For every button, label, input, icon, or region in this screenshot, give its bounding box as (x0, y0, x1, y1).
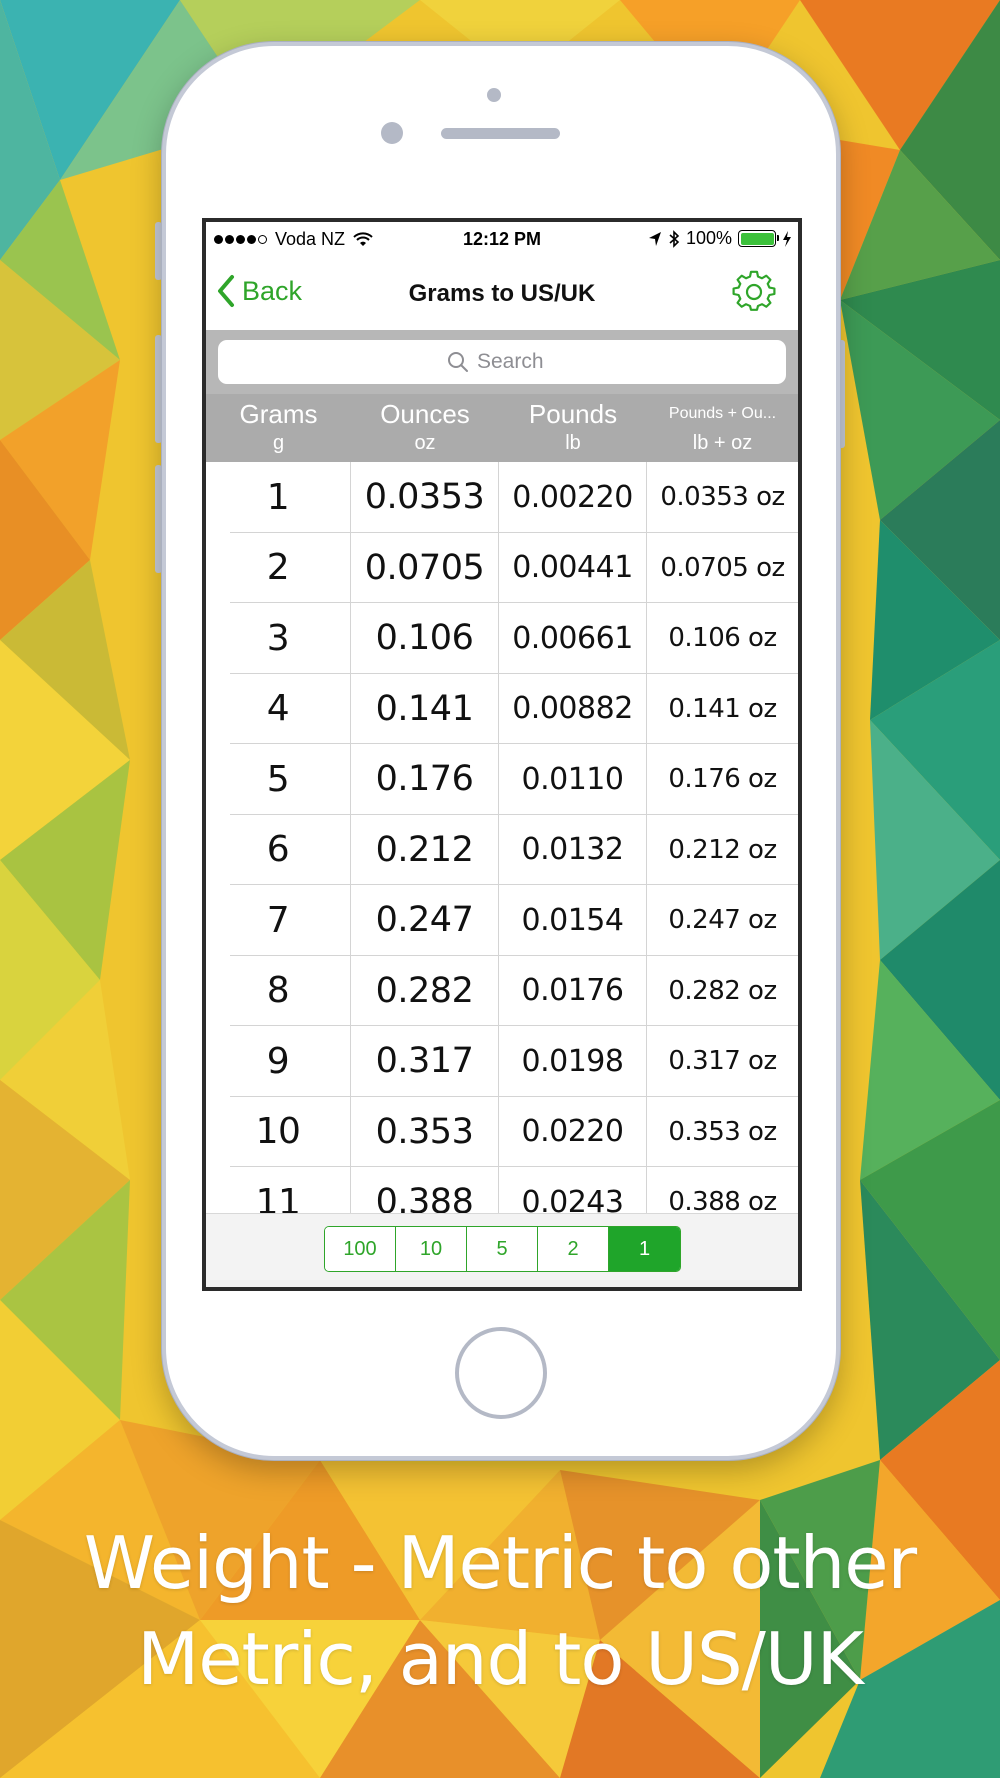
table-cell: 0.00220 (499, 462, 647, 533)
search-bar (206, 330, 798, 394)
table-cell: 0.282 (351, 955, 499, 1026)
battery-icon (738, 230, 779, 247)
table-cell: 0.317 oz (668, 1046, 777, 1077)
table-cell: 0.0353 (351, 462, 499, 533)
table-cell: 0.00882 (499, 673, 647, 744)
bluetooth-icon (669, 229, 680, 248)
table-header: Grams g Ounces oz Pounds lb Pounds + Ou.… (206, 394, 798, 462)
bottom-toolbar: 100 10 5 2 1 (206, 1213, 798, 1287)
table-cell: 0.282 oz (668, 975, 777, 1006)
table-cell: 0.0705 oz (660, 552, 785, 583)
search-field[interactable] (218, 340, 786, 384)
status-right: 100% (648, 228, 792, 249)
location-arrow-icon (648, 231, 661, 246)
table-cell: 0.0220 (499, 1096, 647, 1167)
table-cell: 0.0198 (499, 1026, 647, 1097)
page-title: Grams to US/UK (408, 280, 596, 307)
table-cell: 6 (206, 814, 351, 885)
table-row[interactable]: 6 0.212 0.0132 0.212 oz (206, 814, 798, 885)
caption-line-1: Weight - Metric to other (83, 1521, 917, 1605)
table-cell: 0.141 oz (668, 693, 777, 724)
proximity-sensor (487, 88, 501, 102)
table-cell: 0.0132 (499, 814, 647, 885)
table-cell: 0.0110 (499, 744, 647, 815)
navigation-bar: Back Grams to US/UK (206, 258, 798, 330)
column-header-pounds[interactable]: Pounds lb (499, 394, 647, 462)
battery-percent: 100% (685, 228, 732, 248)
marketing-caption: Weight - Metric to other Metric, and to … (0, 1515, 1000, 1707)
table-cell: 8 (206, 955, 351, 1026)
caption-line-2: Metric, and to US/UK (137, 1617, 864, 1701)
step-segmented-control[interactable]: 100 10 5 2 1 (324, 1226, 681, 1272)
table-cell: 0.106 oz (668, 623, 777, 654)
table-cell: 0.353 (351, 1096, 499, 1167)
table-row[interactable]: 9 0.317 0.0198 0.317 oz (206, 1026, 798, 1097)
table-row[interactable]: 10 0.353 0.0220 0.353 oz (206, 1096, 798, 1167)
home-button[interactable] (455, 1327, 547, 1419)
table-cell: 0.212 (351, 814, 499, 885)
table-cell: 0.00661 (499, 603, 647, 674)
status-bar: Voda NZ 12:12 PM 100% (206, 222, 798, 258)
table-row[interactable]: 8 0.282 0.0176 0.282 oz (206, 955, 798, 1026)
table-cell: 0.247 (351, 885, 499, 956)
table-cell: 0.0353 oz (660, 482, 785, 513)
charging-bolt-icon (783, 230, 791, 247)
volume-down-button (155, 465, 162, 573)
table-cell: 0.141 (351, 673, 499, 744)
table-cell: 9 (206, 1026, 351, 1097)
table-cell: 1 (206, 462, 351, 533)
table-cell: 3 (206, 603, 351, 674)
table-cell: 0.106 (351, 603, 499, 674)
table-cell: 2 (206, 532, 351, 603)
table-cell: 11 (206, 1167, 351, 1213)
gear-icon[interactable] (732, 270, 776, 314)
earpiece-speaker (441, 128, 560, 139)
table-row[interactable]: 2 0.0705 0.00441 0.0705 oz (206, 532, 798, 603)
table-row[interactable]: 11 0.388 0.0243 0.388 oz (206, 1167, 798, 1213)
table-cell: 5 (206, 744, 351, 815)
table-row[interactable]: 1 0.0353 0.00220 0.0353 oz (206, 462, 798, 533)
step-option-2[interactable]: 2 (538, 1227, 609, 1271)
step-option-5[interactable]: 5 (467, 1227, 538, 1271)
table-row[interactable]: 7 0.247 0.0154 0.247 oz (206, 885, 798, 956)
table-cell: 0.176 oz (668, 764, 777, 795)
column-header-pounds-ounces[interactable]: Pounds + Ou... lb + oz (647, 394, 798, 462)
step-option-10[interactable]: 10 (396, 1227, 467, 1271)
table-cell: 0.0705 (351, 532, 499, 603)
table-cell: 0.212 oz (668, 834, 777, 865)
table-cell: 0.0176 (499, 955, 647, 1026)
table-cell: 0.247 oz (668, 905, 777, 936)
table-cell: 7 (206, 885, 351, 956)
table-cell: 0.353 oz (668, 1116, 777, 1147)
step-option-1[interactable]: 1 (609, 1227, 680, 1271)
conversion-table[interactable]: 1 0.0353 0.00220 0.0353 oz 2 0.0705 0.00441 0.0… (206, 462, 798, 1213)
table-cell: 0.317 (351, 1026, 499, 1097)
table-cell: 10 (206, 1096, 351, 1167)
column-header-grams[interactable]: Grams g (206, 394, 351, 462)
mute-switch (155, 222, 162, 280)
table-cell: 0.0243 (499, 1167, 647, 1213)
table-cell: 0.388 oz (668, 1187, 777, 1213)
column-header-ounces[interactable]: Ounces oz (351, 394, 499, 462)
search-icon (448, 352, 468, 372)
table-cell: 0.388 (351, 1167, 499, 1213)
table-row[interactable]: 3 0.106 0.00661 0.106 oz (206, 603, 798, 674)
table-cell: 0.0154 (499, 885, 647, 956)
step-option-100[interactable]: 100 (325, 1227, 396, 1271)
table-cell: 4 (206, 673, 351, 744)
table-row[interactable]: 4 0.141 0.00882 0.141 oz (206, 673, 798, 744)
search-input[interactable] (477, 350, 557, 374)
app-screen: Voda NZ 12:12 PM 100% Back Grams to US/U… (202, 218, 802, 1291)
volume-up-button (155, 335, 162, 443)
table-cell: 0.176 (351, 744, 499, 815)
front-camera (381, 122, 403, 144)
table-row[interactable]: 5 0.176 0.0110 0.176 oz (206, 744, 798, 815)
table-cell: 0.00441 (499, 532, 647, 603)
